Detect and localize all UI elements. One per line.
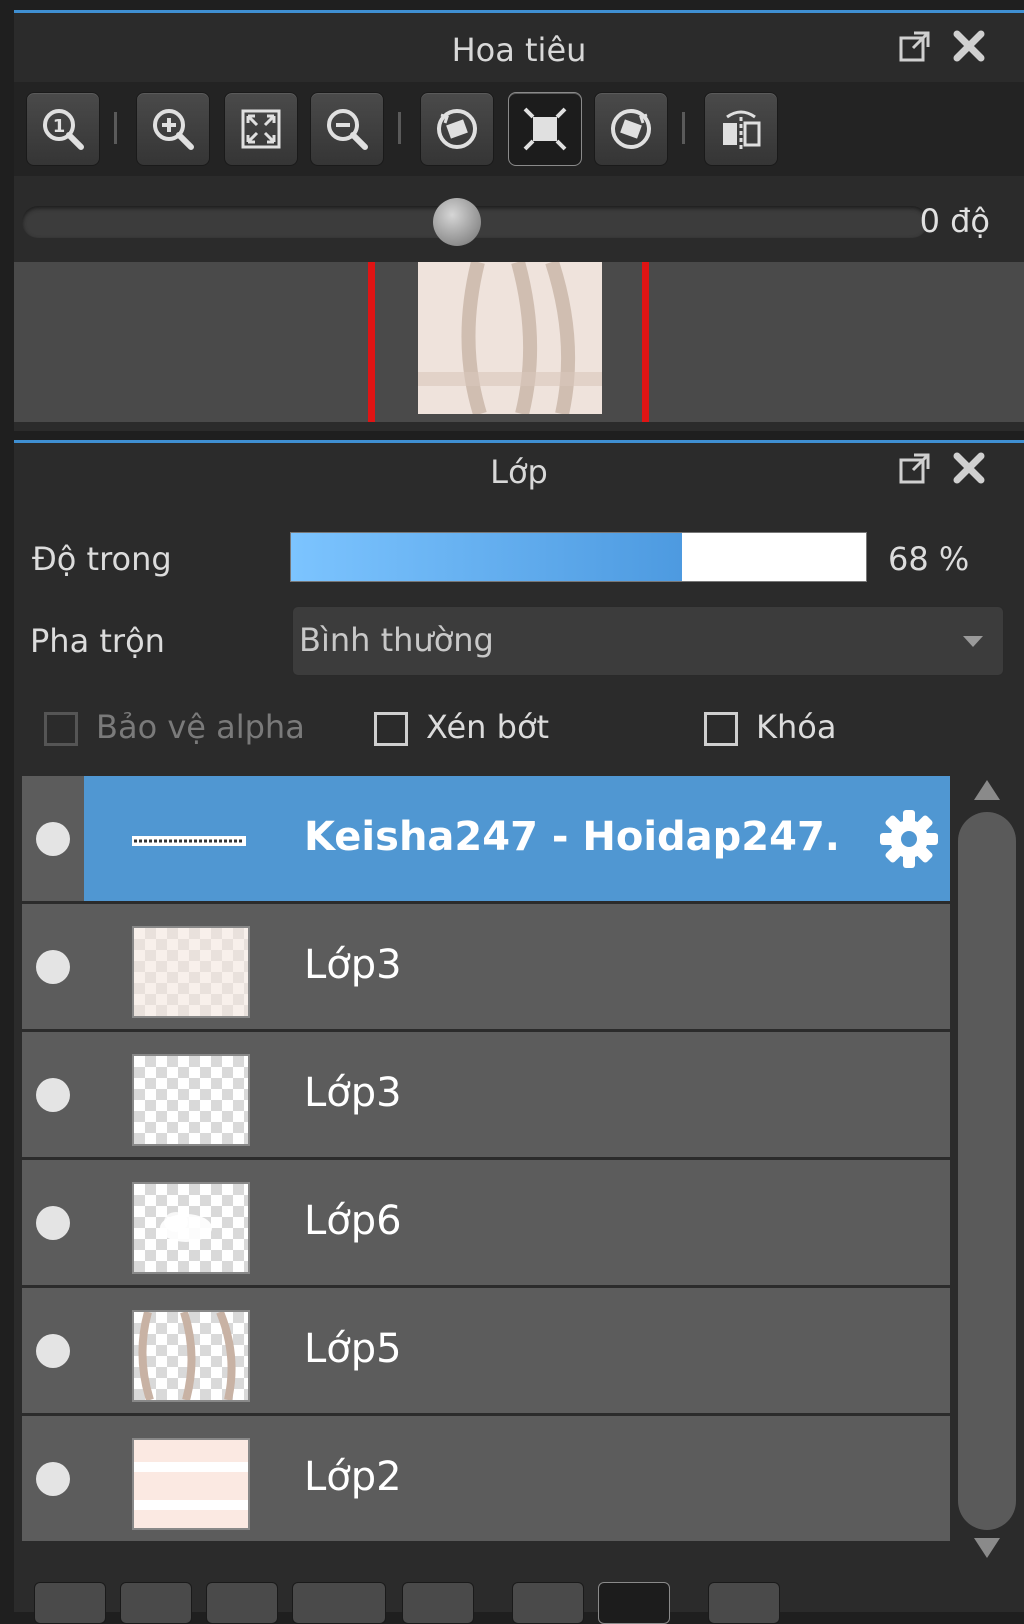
close-icon[interactable] [952,451,986,485]
rotation-slider-row: 0 độ [14,180,1024,262]
zoom-actual-button[interactable]: 1 [26,92,100,166]
lock-label: Khóa [756,708,837,746]
rotate-right-button[interactable] [594,92,668,166]
navigator-preview[interactable] [14,262,1024,422]
layer-thumbnail [132,1310,250,1402]
rotation-slider[interactable] [22,198,928,246]
visibility-dot-icon [36,950,70,984]
navigator-title: Hoa tiêu [451,31,587,69]
scroll-up-icon[interactable] [972,778,1002,802]
protect-alpha-label: Bảo vệ alpha [96,708,305,746]
flip-horizontal-icon [723,110,761,149]
layer-thumbnail [132,926,250,1018]
fit-screen-icon [241,109,281,149]
layer-name: Lớp2 [304,1454,402,1500]
layer-thumbnail [132,798,246,886]
opacity-slider[interactable] [290,532,867,582]
preview-frame-left [368,262,375,422]
visibility-toggle[interactable] [22,1288,84,1413]
clip-checkbox[interactable] [374,712,408,746]
gear-icon[interactable] [878,808,940,870]
layer-row[interactable]: Lớp3 [22,904,950,1032]
layer-row[interactable]: Lớp3 [22,1032,950,1160]
navigator-toolbar: 1 [14,82,1024,176]
visibility-toggle[interactable] [22,1160,84,1285]
visibility-dot-icon [36,822,70,856]
close-icon[interactable] [952,29,986,63]
flip-horizontal-button[interactable] [704,92,778,166]
layer-row[interactable]: Lớp6 [22,1160,950,1288]
protect-alpha-checkbox[interactable] [44,712,78,746]
visibility-dot-icon [36,1078,70,1112]
layer-panel-title: Lớp [490,453,548,491]
move-layer-button[interactable] [402,1582,474,1624]
popout-icon[interactable] [898,451,932,485]
rotate-right-icon [611,109,651,149]
visibility-toggle[interactable] [22,1416,84,1541]
chevron-down-icon [963,636,983,647]
new-layer-button[interactable] [34,1582,106,1624]
merge-layer-button[interactable] [292,1582,386,1624]
layer-name: Lớp3 [304,942,402,988]
opacity-fill [291,533,682,581]
fit-window-button[interactable] [508,92,582,166]
zoom-out-button[interactable] [310,92,384,166]
zoom-out-icon [327,109,368,150]
scroll-down-icon[interactable] [972,1536,1002,1560]
svg-text:1: 1 [53,116,66,137]
clear-layer-button[interactable] [512,1582,584,1624]
visibility-toggle[interactable] [22,904,84,1029]
blend-mode-select[interactable]: Bình thường [292,606,1004,676]
rotation-slider-handle[interactable] [432,198,481,246]
layer-thumbnail [132,1054,250,1146]
visibility-toggle[interactable] [22,776,84,901]
zoom-in-button[interactable] [136,92,210,166]
layer-name: Lớp6 [304,1198,402,1244]
canvas-thumbnail [418,262,602,414]
zoom-in-icon [153,109,194,150]
popout-icon[interactable] [898,29,932,63]
duplicate-layer-button[interactable] [206,1582,278,1624]
layer-row[interactable]: Lớp5 [22,1288,950,1416]
layer-settings-button[interactable] [598,1582,670,1624]
blend-mode-label: Pha trộn [30,622,165,660]
visibility-dot-icon [36,1206,70,1240]
layer-toolbar [22,1572,1024,1624]
clip-label: Xén bớt [426,708,550,746]
zoom-actual-icon: 1 [43,109,84,150]
layer-list-scrollbar[interactable] [948,776,1024,1566]
opacity-label: Độ trong [32,540,172,578]
visibility-dot-icon [36,1334,70,1368]
fit-screen-button[interactable] [224,92,298,166]
layer-list: Keisha247 - Hoidap247. Lớp3 Lớp3 Lớp6 Lớ… [22,776,950,1566]
layer-row[interactable]: Keisha247 - Hoidap247. [22,776,950,904]
opacity-value: 68 % [888,540,970,578]
layer-name: Lớp5 [304,1326,402,1372]
visibility-dot-icon [36,1462,70,1496]
rotate-left-button[interactable] [420,92,494,166]
layer-name: Lớp3 [304,1070,402,1116]
layer-row[interactable]: Lớp2 [22,1416,950,1544]
new-folder-button[interactable] [120,1582,192,1624]
rotate-left-icon [437,109,477,149]
layer-thumbnail [132,1182,250,1274]
rotation-value: 0 độ [919,202,990,240]
lock-checkbox[interactable] [704,712,738,746]
preview-frame-right [642,262,649,422]
delete-layer-button[interactable] [708,1582,780,1624]
fit-window-icon [523,107,567,151]
blend-mode-value: Bình thường [299,621,494,659]
layer-name: Keisha247 - Hoidap247. [304,814,840,860]
visibility-toggle[interactable] [22,1032,84,1157]
layer-thumbnail [132,1438,250,1530]
scrollbar-thumb[interactable] [958,812,1016,1530]
